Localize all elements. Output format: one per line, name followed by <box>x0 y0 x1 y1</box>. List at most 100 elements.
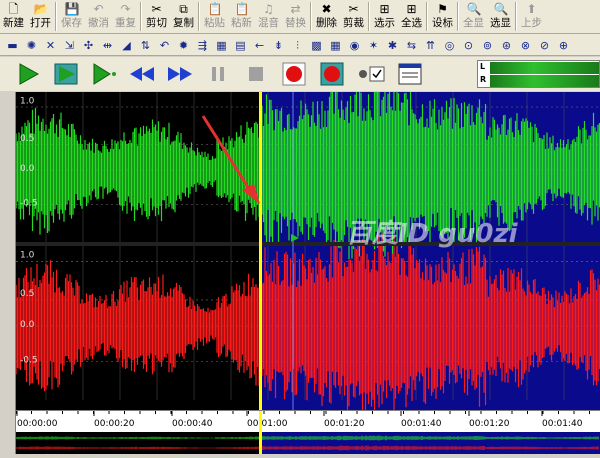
waveform-canvas: 1.0 0.5 0.0 -0.5 1.0 0.5 0.0 -0.5 百度ID gu0zi <box>15 79 600 421</box>
toolbar-separator <box>368 2 370 31</box>
monitor-toggle[interactable] <box>356 61 386 87</box>
trim-button[interactable]: ✂ 剪裁 <box>340 0 367 33</box>
tool-4-icon[interactable]: ⇲ <box>61 36 78 54</box>
edit-tools-toolbar: ▬ ✺ ✕ ⇲ ✣ ⇹ ◢ ⇅ ↶ ✹ ⇶ ▦ ▤ ← ⇟ ⫶ ▩ ▦ ◉ ✶ … <box>0 34 600 56</box>
toolbar-button-label: 剪裁 <box>343 17 364 29</box>
tool-26-icon[interactable]: ⊚ <box>479 36 496 54</box>
overview-selection <box>262 432 600 454</box>
ruler-tick-label: 00:00:40 <box>172 419 213 429</box>
toolbar-separator <box>426 2 428 31</box>
left-scrollbar[interactable] <box>0 92 16 454</box>
tool-16-icon[interactable]: ⫶ <box>289 36 306 54</box>
tool-21-icon[interactable]: ✱ <box>384 36 401 54</box>
tool-27-icon[interactable]: ⊛ <box>498 36 515 54</box>
paste-button[interactable]: 📋 粘贴 <box>201 0 228 33</box>
tool-19-icon[interactable]: ◉ <box>346 36 363 54</box>
tool-11-icon[interactable]: ⇶ <box>194 36 211 54</box>
rewind-icon <box>130 67 154 81</box>
tool-8-icon[interactable]: ⇅ <box>137 36 154 54</box>
paste-icon: 📋 <box>207 2 223 16</box>
toolbar-button-label: 全显 <box>463 17 484 29</box>
ruler-tick-label: 00:01:00 <box>247 419 288 429</box>
open-icon: 📂 <box>33 2 49 16</box>
left-level-bar <box>490 62 599 74</box>
play-selection-button[interactable] <box>52 61 80 87</box>
mix-button[interactable]: ♫ 混音 <box>255 0 282 33</box>
tool-15-icon[interactable]: ⇟ <box>270 36 287 54</box>
toolbar-button-label: 删除 <box>316 17 337 29</box>
delete-button[interactable]: ✖ 删除 <box>313 0 340 33</box>
trim-icon: ✂ <box>348 2 359 16</box>
zoom-selection-button[interactable]: 🔍 选显 <box>487 0 514 33</box>
waveform-view[interactable]: 1.0 0.5 0.0 -0.5 1.0 0.5 0.0 -0.5 百度ID gu0zi <box>15 79 600 421</box>
pause-button[interactable] <box>204 61 232 87</box>
save-button[interactable]: 💾 保存 <box>58 0 85 33</box>
tool-2-icon[interactable]: ✺ <box>23 36 40 54</box>
copy-button[interactable]: ⧉ 复制 <box>170 0 197 33</box>
right-level-bar <box>490 75 599 87</box>
replace-icon: ⇄ <box>290 2 301 16</box>
tool-20-icon[interactable]: ✶ <box>365 36 382 54</box>
toolbar-button-label: 上步 <box>521 17 542 29</box>
tool-30-icon[interactable]: ⊕ <box>555 36 572 54</box>
show-all-button[interactable]: 🔍 全显 <box>460 0 487 33</box>
step-up-button[interactable]: ⬆ 上步 <box>518 0 545 33</box>
redo-icon: ↷ <box>120 2 131 16</box>
undo-button[interactable]: ↶ 撤消 <box>85 0 112 33</box>
paste-new-button[interactable]: 📋 粘新 <box>228 0 255 33</box>
record-button[interactable] <box>280 61 308 87</box>
step-up-icon: ⬆ <box>526 2 537 16</box>
copy-icon: ⧉ <box>179 2 188 16</box>
open-button[interactable]: 📂 打开 <box>27 0 54 33</box>
tool-28-icon[interactable]: ⊗ <box>517 36 534 54</box>
window-button[interactable] <box>396 61 424 87</box>
toolbar-separator <box>515 2 517 31</box>
tool-7-icon[interactable]: ◢ <box>118 36 135 54</box>
toolbar-button-label: 选示 <box>374 17 395 29</box>
tool-22-icon[interactable]: ⇆ <box>403 36 420 54</box>
set-marker-icon: ⚑ <box>437 2 448 16</box>
paste-new-icon: 📋 <box>234 2 250 16</box>
tool-5-icon[interactable]: ✣ <box>80 36 97 54</box>
tool-10-icon[interactable]: ✹ <box>175 36 192 54</box>
select-show-button[interactable]: ⊞ 选示 <box>371 0 398 33</box>
right-channel-axis-label: 1.0 <box>20 251 35 261</box>
rewind-button[interactable] <box>128 61 156 87</box>
time-ruler[interactable]: 00:00:00 00:00:20 00:00:40 00:01:00 00:01:20… <box>15 410 600 433</box>
toolbar-separator <box>140 2 142 31</box>
tool-3-icon[interactable]: ✕ <box>42 36 59 54</box>
cut-button[interactable]: ✂ 剪切 <box>143 0 170 33</box>
replace-button[interactable]: ⇄ 替换 <box>282 0 309 33</box>
select-all-button[interactable]: ⊞ 全选 <box>398 0 425 33</box>
new-button[interactable]: 🗋 新建 <box>0 0 27 33</box>
tool-12-icon[interactable]: ▦ <box>213 36 230 54</box>
tool-14-icon[interactable]: ← <box>251 36 268 54</box>
tool-18-icon[interactable]: ▦ <box>327 36 344 54</box>
tool-6-icon[interactable]: ⇹ <box>99 36 116 54</box>
overview-strip[interactable] <box>15 432 600 454</box>
tool-13-icon[interactable]: ▤ <box>232 36 249 54</box>
left-channel-axis-label: 0.5 <box>20 134 34 144</box>
record-selection-button[interactable] <box>318 61 346 87</box>
stop-button[interactable] <box>242 61 270 87</box>
tool-1-icon[interactable]: ▬ <box>4 36 21 54</box>
tool-24-icon[interactable]: ◎ <box>441 36 458 54</box>
tool-17-icon[interactable]: ▩ <box>308 36 325 54</box>
redo-button[interactable]: ↷ 重复 <box>112 0 139 33</box>
monitor-icon <box>359 66 385 82</box>
tool-23-icon[interactable]: ⇈ <box>422 36 439 54</box>
toolbar-button-label: 全选 <box>401 17 422 29</box>
play-button[interactable] <box>14 61 42 87</box>
tool-25-icon[interactable]: ⊙ <box>460 36 477 54</box>
fast-forward-button[interactable] <box>166 61 194 87</box>
ruler-tick-label: 00:01:40 <box>401 419 442 429</box>
tool-9-icon[interactable]: ↶ <box>156 36 173 54</box>
select-show-icon: ⊞ <box>379 2 390 16</box>
set-marker-button[interactable]: ⚑ 设标 <box>429 0 456 33</box>
tool-29-icon[interactable]: ⊘ <box>536 36 553 54</box>
show-all-icon: 🔍 <box>466 2 482 16</box>
ruler-tick-label: 00:00:20 <box>94 419 135 429</box>
fast-forward-icon <box>168 67 192 81</box>
play-to-end-button[interactable] <box>90 61 118 87</box>
left-level-label: L <box>480 62 486 71</box>
